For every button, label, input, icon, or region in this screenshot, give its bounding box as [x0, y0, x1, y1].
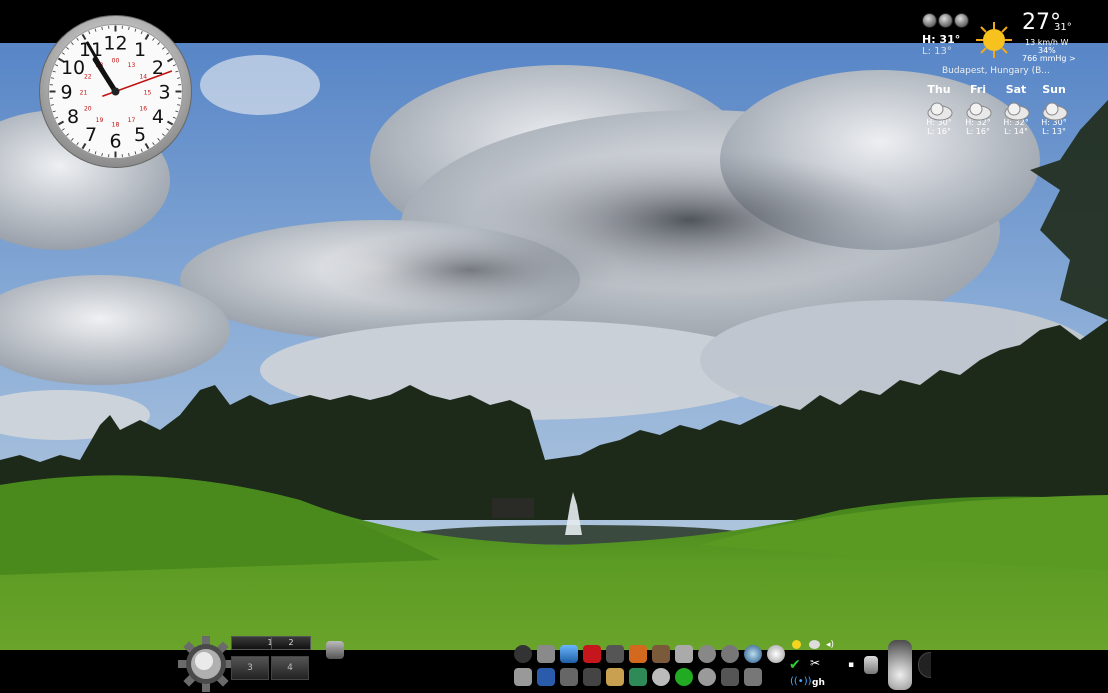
- archive-icon[interactable]: [652, 645, 670, 663]
- workspace-4-button[interactable]: 4: [271, 656, 309, 680]
- terminal-icon[interactable]: [606, 645, 624, 663]
- forecast-day: Sun H: 30° L: 13°: [1035, 83, 1073, 136]
- power-icon[interactable]: [675, 668, 693, 686]
- wifi-icon[interactable]: ((•)): [790, 676, 812, 687]
- bug-icon[interactable]: [744, 668, 762, 686]
- forecast-day: Sat H: 32° L: 14°: [997, 83, 1035, 136]
- wrench-icon[interactable]: [560, 668, 578, 686]
- shutdown-icon[interactable]: [888, 640, 912, 690]
- cloud-icon: [927, 102, 953, 121]
- clock-24h-numeral: 00: [112, 58, 120, 65]
- clock-numeral: 8: [67, 106, 79, 128]
- globe-icon[interactable]: [744, 645, 762, 663]
- weather-settings-icon[interactable]: [954, 13, 969, 28]
- firefox-icon[interactable]: [629, 645, 647, 663]
- system-monitor-icon[interactable]: [629, 668, 647, 686]
- workspace-3-button[interactable]: 3: [231, 656, 269, 680]
- clock-numeral: 1: [134, 39, 146, 61]
- phone-icon[interactable]: [583, 668, 601, 686]
- workspace-2-button[interactable]: 2: [271, 636, 311, 650]
- clock-numeral: 7: [85, 124, 97, 146]
- tools-icon[interactable]: [514, 668, 532, 686]
- disk-utility-icon[interactable]: [721, 645, 739, 663]
- analog-clock-widget[interactable]: 121234567891011 131415161718192021222300: [38, 14, 193, 169]
- clock-numeral: 5: [134, 124, 146, 146]
- scissors-icon[interactable]: ✂: [810, 656, 820, 670]
- forecast-day: Thu H: 30° L: 16°: [920, 83, 958, 136]
- document-icon[interactable]: [537, 668, 555, 686]
- network-icon[interactable]: [560, 645, 578, 663]
- clock-24h-numeral: 20: [84, 106, 92, 113]
- pen-icon[interactable]: [606, 668, 624, 686]
- settings-gear-icon[interactable]: [698, 645, 716, 663]
- pressure-readout: 766 mmHg >: [1022, 54, 1076, 63]
- desktop-switcher-icon[interactable]: [326, 641, 344, 659]
- clock-24h-numeral: 13: [128, 62, 136, 69]
- cloud-icon: [966, 102, 992, 121]
- clock-numeral: 4: [152, 106, 164, 128]
- weather-widget[interactable]: H: 31° L: 13° 27° 31° 13 km/h W 34% 766 …: [918, 8, 1108, 158]
- current-low: L: 13°: [922, 46, 952, 57]
- clock-24h-numeral: 18: [112, 122, 120, 129]
- clock-24h-numeral: 22: [84, 74, 92, 81]
- clock-24h-numeral: 16: [139, 106, 147, 113]
- screenshot-icon[interactable]: [721, 668, 739, 686]
- webcam-icon[interactable]: [514, 645, 532, 663]
- volume-icon[interactable]: ◂): [826, 640, 834, 650]
- weather-info-icon[interactable]: [938, 13, 953, 28]
- clock-24h-numeral: 14: [139, 74, 147, 81]
- trash-icon[interactable]: [864, 656, 878, 674]
- cd-burner-icon[interactable]: [767, 645, 785, 663]
- clock-24h-numeral: 19: [96, 117, 104, 124]
- clock-numeral: 6: [109, 131, 121, 153]
- clock-numeral: 3: [158, 82, 170, 104]
- debian-swirl-icon[interactable]: [698, 668, 716, 686]
- checkmark-icon[interactable]: ✔: [789, 657, 801, 673]
- clock-numeral: 9: [60, 82, 72, 104]
- file-manager-icon[interactable]: [675, 645, 693, 663]
- cloud-sync-icon[interactable]: [809, 640, 820, 649]
- cloud-icon: [1042, 102, 1068, 121]
- clock-24h-numeral: 15: [144, 90, 152, 97]
- package-icon[interactable]: [537, 645, 555, 663]
- cloud-icon: [1004, 102, 1030, 121]
- forecast-day: Fri H: 32° L: 16°: [959, 83, 997, 136]
- acrobat-reader-icon[interactable]: [583, 645, 601, 663]
- clock-24h-numeral: 17: [128, 117, 136, 124]
- main-menu-gear-icon[interactable]: [178, 636, 234, 692]
- weather-location[interactable]: Budapest, Hungary (B...: [942, 66, 1050, 76]
- current-high: H: 31°: [922, 33, 961, 46]
- tray-gh-label[interactable]: gh: [812, 678, 825, 688]
- brightness-icon[interactable]: [792, 640, 801, 649]
- small-square-icon[interactable]: ▪: [848, 660, 854, 670]
- gimp-icon[interactable]: [652, 668, 670, 686]
- sun-icon: [976, 22, 1012, 58]
- clock-24h-numeral: 21: [80, 90, 88, 97]
- clock-numeral: 12: [103, 33, 127, 55]
- weather-refresh-icon[interactable]: [922, 13, 937, 28]
- feels-like-temperature: 31°: [1054, 22, 1072, 33]
